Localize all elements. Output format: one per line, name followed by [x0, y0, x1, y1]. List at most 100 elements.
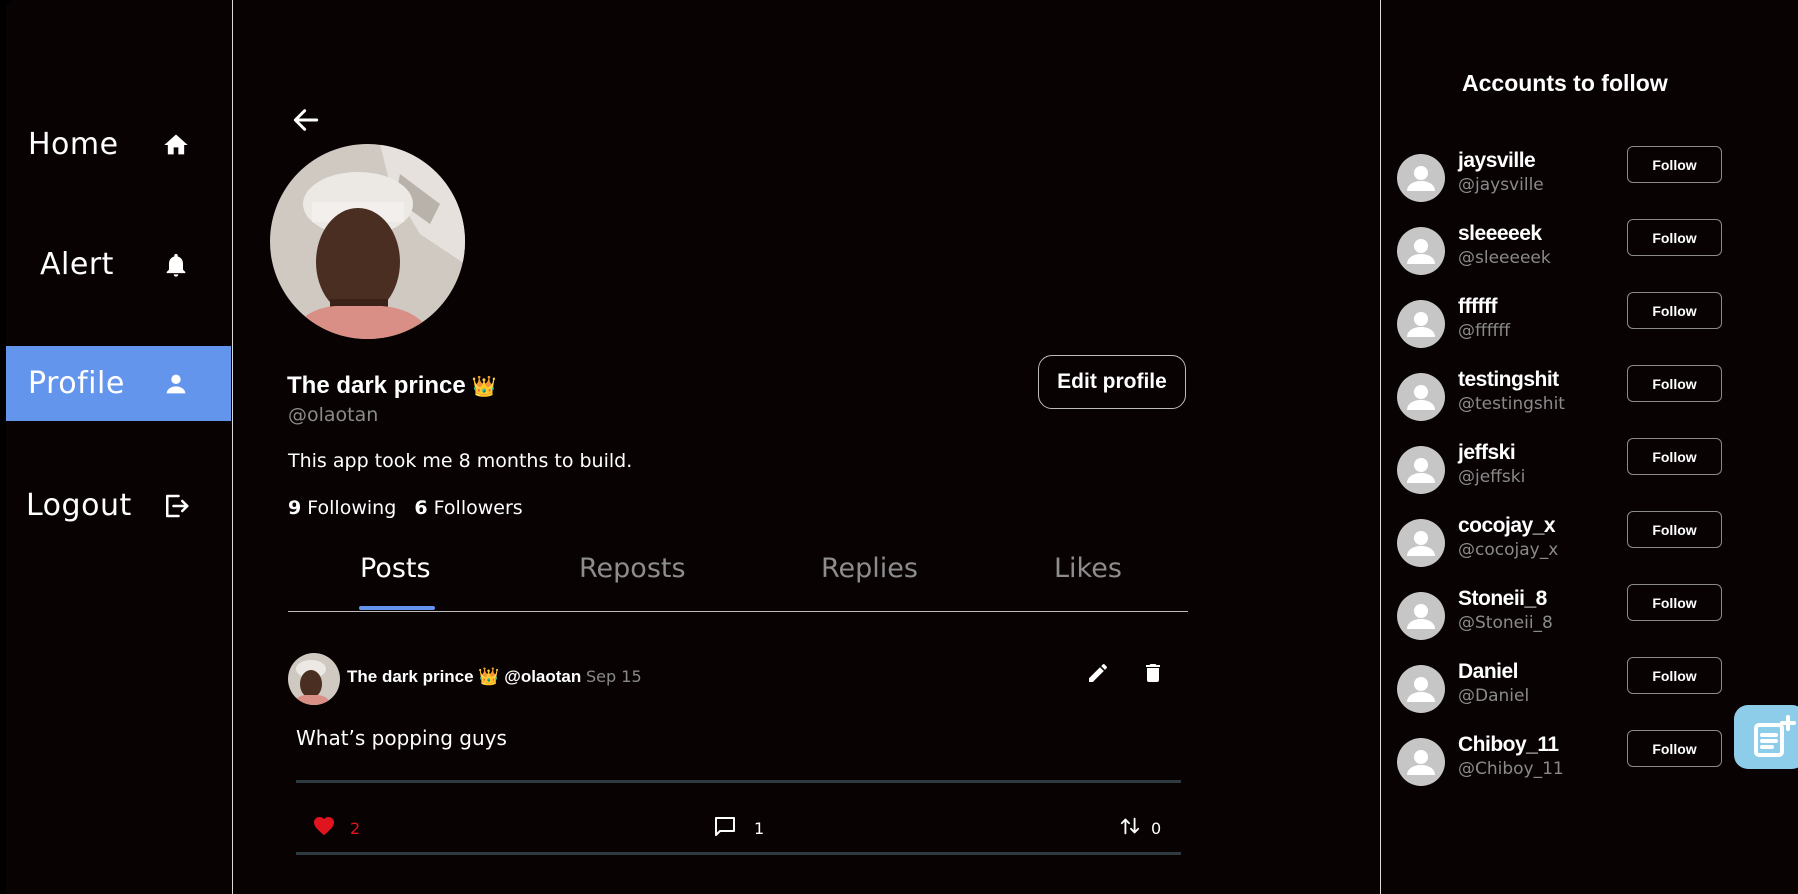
follow-button[interactable]: Follow: [1627, 292, 1722, 329]
nav-label-alert: Alert: [40, 247, 114, 282]
account-name[interactable]: sleeeeek: [1458, 222, 1542, 246]
post-header: The dark prince 👑 @olaotan Sep 15: [347, 667, 642, 687]
account-row[interactable]: ffffff @ffffff Follow: [1397, 292, 1727, 358]
account-name[interactable]: cocojay_x: [1458, 514, 1556, 538]
default-avatar-icon[interactable]: [1397, 227, 1445, 275]
follow-button[interactable]: Follow: [1627, 438, 1722, 475]
account-handle: @Stoneii_8: [1458, 613, 1553, 633]
post-date: Sep 15: [586, 667, 642, 686]
account-row[interactable]: Chiboy_11 @Chiboy_11 Follow: [1397, 730, 1727, 796]
default-avatar-icon[interactable]: [1397, 373, 1445, 421]
account-row[interactable]: Daniel @Daniel Follow: [1397, 657, 1727, 723]
account-handle: @cocojay_x: [1458, 540, 1559, 560]
tab-reposts[interactable]: Reposts: [579, 553, 686, 584]
account-name[interactable]: testingshit: [1458, 368, 1559, 392]
account-handle: @sleeeeek: [1458, 248, 1551, 268]
edit-post-icon[interactable]: [1086, 661, 1110, 689]
following-label: Following: [307, 497, 397, 519]
account-handle: @jeffski: [1458, 467, 1526, 487]
follow-button[interactable]: Follow: [1627, 584, 1722, 621]
display-name-text: The dark prince: [287, 372, 466, 399]
account-name[interactable]: jaysville: [1458, 149, 1536, 173]
nav-item-logout[interactable]: Logout: [6, 468, 231, 543]
edit-profile-button[interactable]: Edit profile: [1038, 355, 1186, 409]
profile-avatar: [270, 144, 465, 339]
profile-display-name: The dark prince 👑: [287, 372, 497, 400]
account-handle: @testingshit: [1458, 394, 1565, 414]
follow-button[interactable]: Follow: [1627, 657, 1722, 694]
account-row[interactable]: testingshit @testingshit Follow: [1397, 365, 1727, 431]
post-author-avatar[interactable]: [288, 653, 340, 705]
crown-icon: 👑: [471, 376, 497, 398]
nav-item-home[interactable]: Home: [6, 107, 231, 182]
nav-label-logout: Logout: [26, 488, 132, 523]
account-row[interactable]: jaysville @jaysville Follow: [1397, 146, 1727, 212]
repost-button[interactable]: 0: [1119, 814, 1161, 842]
post-separator: [296, 780, 1181, 783]
compose-icon: [1748, 713, 1796, 765]
home-icon: [161, 130, 191, 160]
profile-handle: @olaotan: [288, 404, 379, 426]
post-body: What’s popping guys: [296, 726, 507, 750]
suggestions-title: Accounts to follow: [1462, 70, 1668, 96]
post-author-handle[interactable]: @olaotan: [504, 667, 581, 686]
sidebar: Home Alert Profile Logout: [6, 0, 231, 894]
account-handle: @Daniel: [1458, 686, 1530, 706]
nav-label-profile: Profile: [28, 366, 125, 401]
post-author-name[interactable]: The dark prince: [347, 667, 474, 686]
default-avatar-icon[interactable]: [1397, 154, 1445, 202]
account-handle: @Chiboy_11: [1458, 759, 1564, 779]
account-handle: @ffffff: [1458, 321, 1511, 341]
default-avatar-icon[interactable]: [1397, 519, 1445, 567]
tab-posts[interactable]: Posts: [360, 553, 431, 584]
repost-icon: [1119, 814, 1141, 842]
repost-count: 0: [1151, 818, 1162, 838]
tab-likes[interactable]: Likes: [1054, 553, 1122, 584]
following-link[interactable]: 9 Following: [288, 497, 396, 519]
person-icon: [161, 369, 191, 399]
following-count: 9: [288, 497, 302, 519]
active-tab-indicator: [359, 606, 435, 610]
default-avatar-icon[interactable]: [1397, 738, 1445, 786]
account-handle: @jaysville: [1458, 175, 1544, 195]
profile-bio: This app took me 8 months to build.: [288, 450, 633, 472]
account-name[interactable]: Stoneii_8: [1458, 587, 1547, 611]
follow-button[interactable]: Follow: [1627, 365, 1722, 402]
default-avatar-icon[interactable]: [1397, 592, 1445, 640]
follow-button[interactable]: Follow: [1627, 511, 1722, 548]
sidebar-divider: [232, 0, 233, 894]
comment-button[interactable]: 1: [713, 814, 764, 842]
tab-replies[interactable]: Replies: [821, 553, 918, 584]
bell-icon: [161, 250, 191, 280]
logout-icon: [161, 491, 191, 521]
comment-icon: [713, 814, 737, 842]
like-count: 2: [350, 818, 361, 838]
follow-button[interactable]: Follow: [1627, 219, 1722, 256]
nav-label-home: Home: [28, 127, 119, 162]
account-row[interactable]: cocojay_x @cocojay_x Follow: [1397, 511, 1727, 577]
profile-stats: 9 Following 6 Followers: [288, 497, 523, 519]
delete-post-icon[interactable]: [1141, 661, 1165, 689]
nav-item-profile[interactable]: Profile: [6, 346, 231, 421]
followers-link[interactable]: 6 Followers: [414, 497, 522, 519]
heart-icon: [312, 814, 336, 842]
default-avatar-icon[interactable]: [1397, 300, 1445, 348]
follow-button[interactable]: Follow: [1627, 146, 1722, 183]
nav-item-alert[interactable]: Alert: [6, 227, 231, 302]
account-name[interactable]: Chiboy_11: [1458, 733, 1559, 757]
profile-tabs: Posts Reposts Replies Likes: [288, 540, 1188, 612]
account-name[interactable]: ffffff: [1458, 295, 1497, 319]
account-name[interactable]: jeffski: [1458, 441, 1516, 465]
default-avatar-icon[interactable]: [1397, 665, 1445, 713]
follow-button[interactable]: Follow: [1627, 730, 1722, 767]
back-arrow-icon[interactable]: [290, 104, 322, 136]
comment-count: 1: [754, 818, 765, 838]
account-row[interactable]: jeffski @jeffski Follow: [1397, 438, 1727, 504]
followers-label: Followers: [433, 497, 523, 519]
account-name[interactable]: Daniel: [1458, 660, 1519, 684]
new-post-fab[interactable]: [1734, 705, 1798, 769]
account-row[interactable]: sleeeeek @sleeeeek Follow: [1397, 219, 1727, 285]
default-avatar-icon[interactable]: [1397, 446, 1445, 494]
account-row[interactable]: Stoneii_8 @Stoneii_8 Follow: [1397, 584, 1727, 650]
like-button[interactable]: 2: [312, 814, 360, 842]
